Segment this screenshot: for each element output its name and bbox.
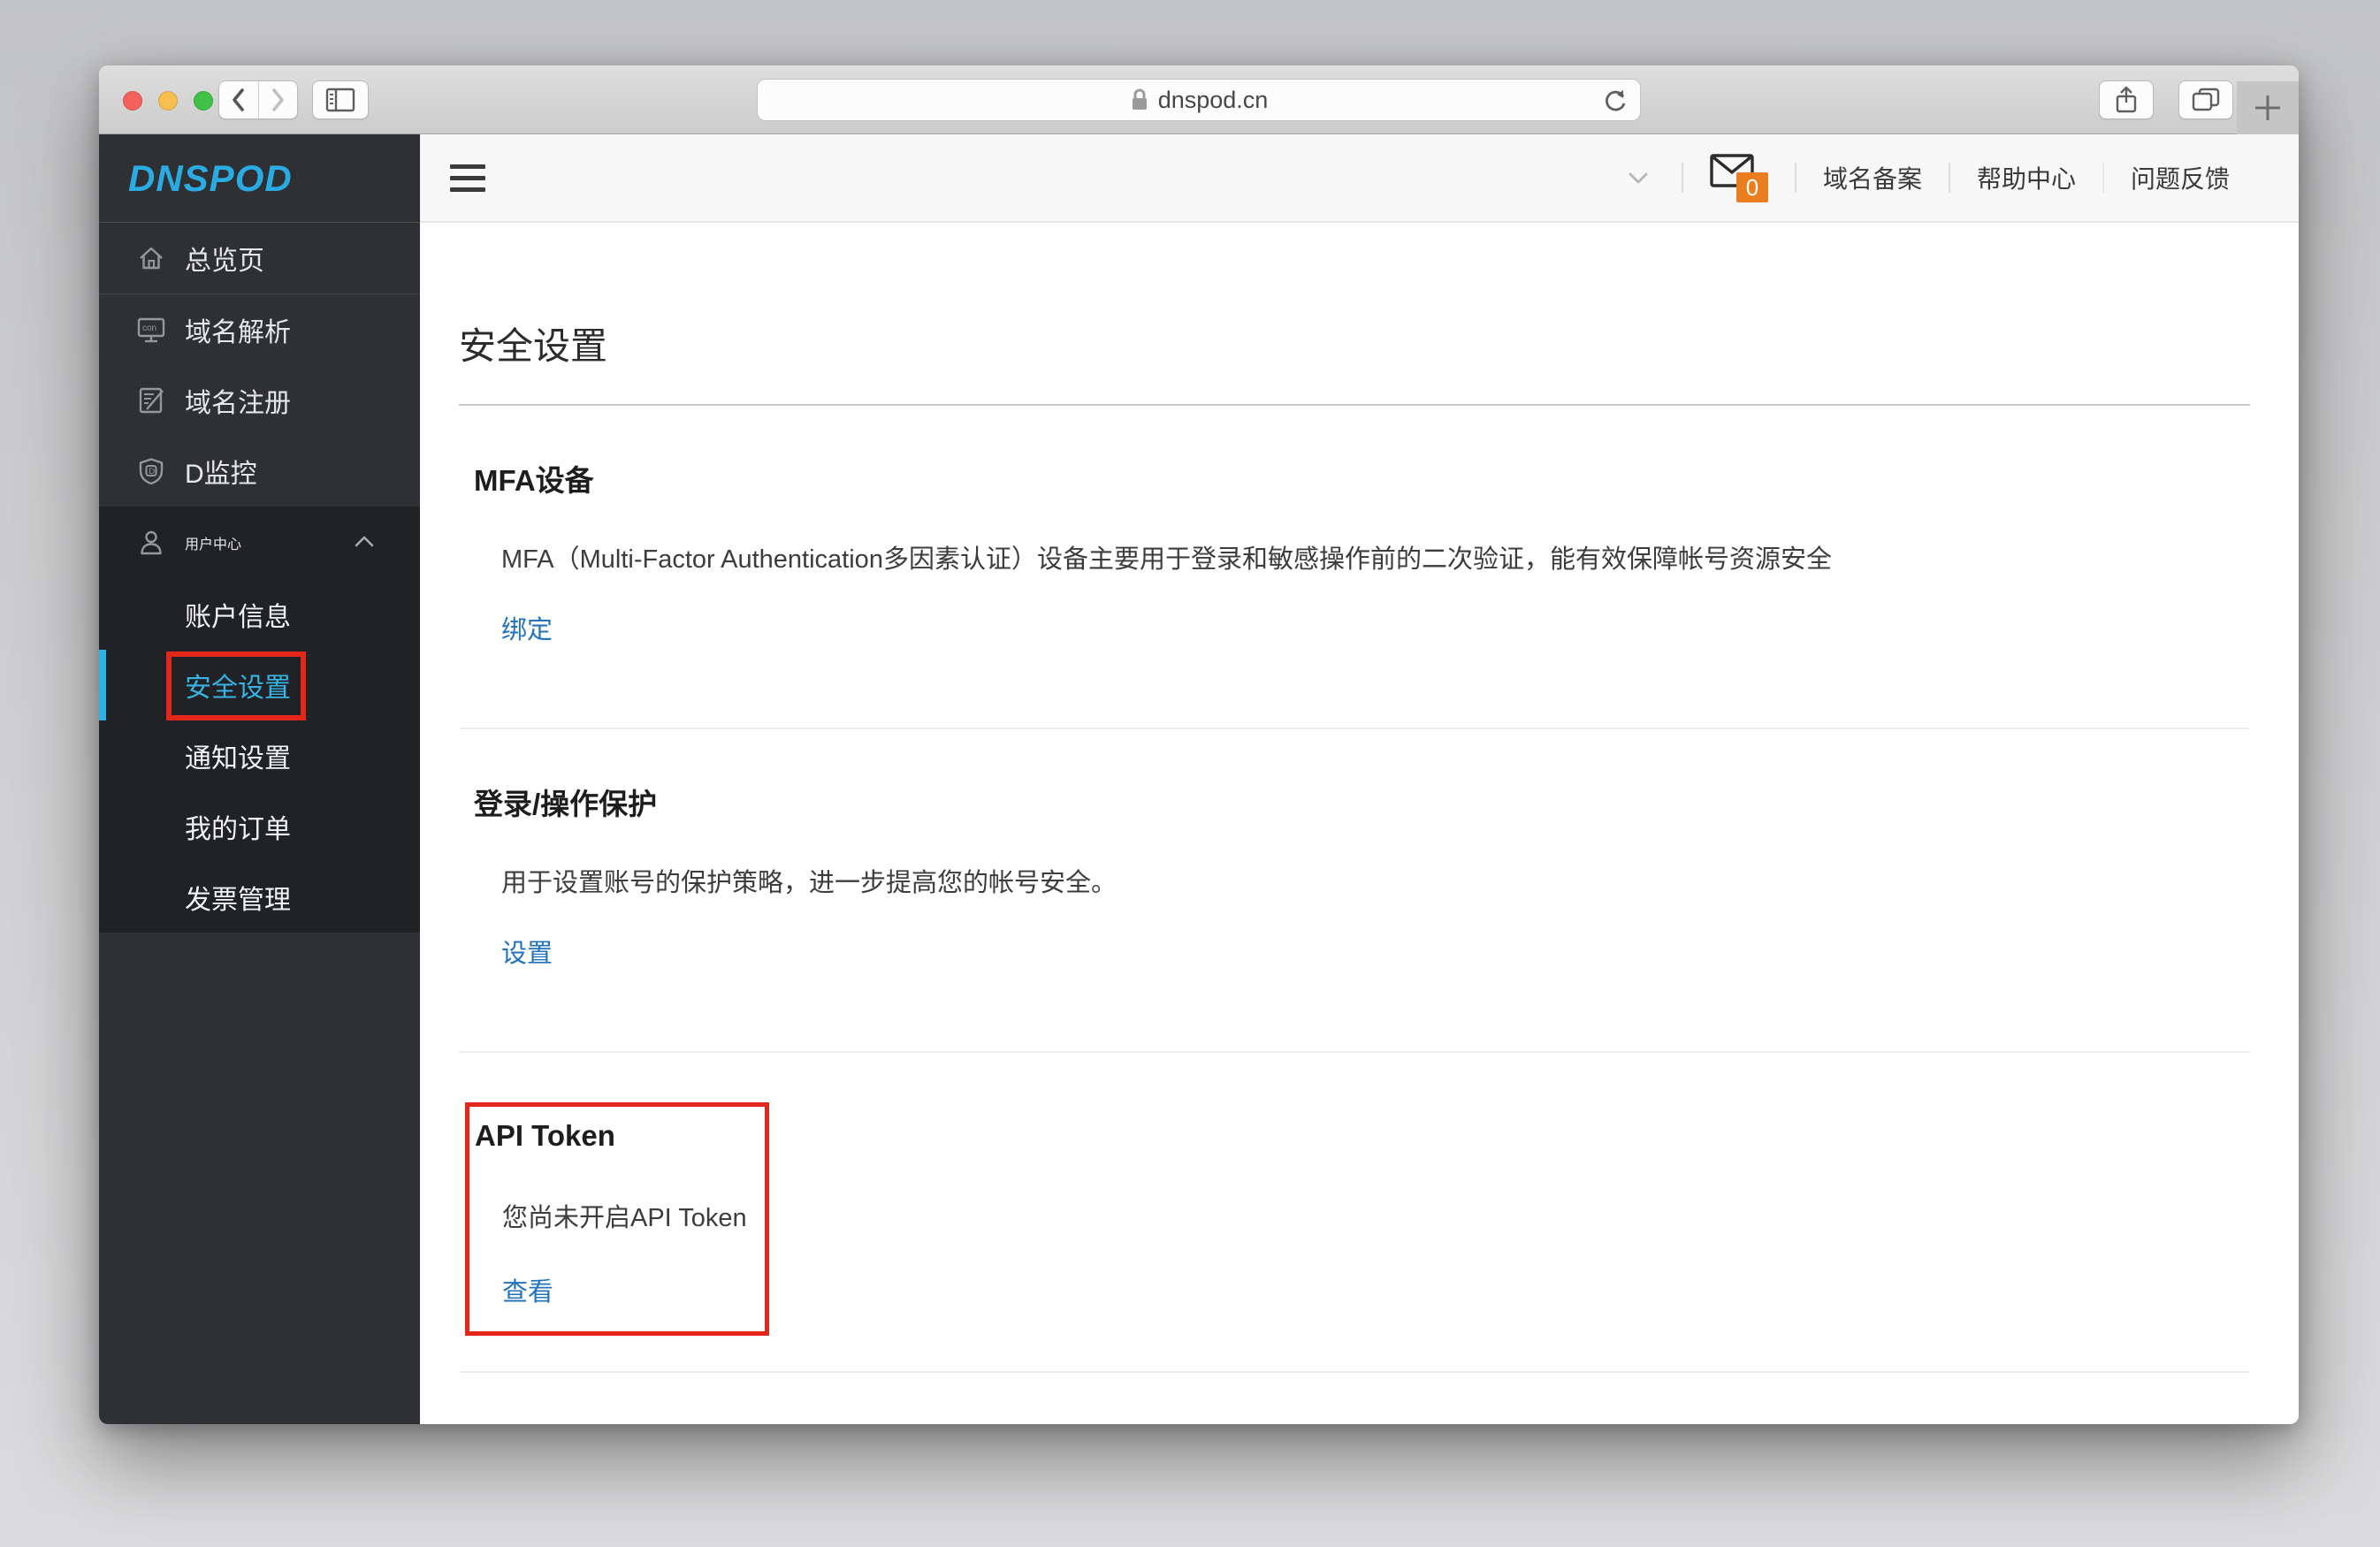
logo-row: DNSPOD — [99, 134, 420, 223]
chevron-up-icon — [351, 533, 378, 551]
forward-button[interactable] — [259, 81, 298, 118]
sidebar-item-label: 总览页 — [185, 239, 264, 278]
sidebar-item-label: D监控 — [185, 452, 257, 491]
browser-window: dnspod.cn — [99, 65, 2299, 1424]
sidebar: DNSPOD 总览页 con — [99, 134, 420, 1424]
sidebar-subitem-label: 账户信息 — [185, 595, 291, 634]
history-nav-group — [218, 80, 298, 119]
close-button[interactable] — [123, 91, 142, 110]
document-edit-icon — [136, 385, 166, 415]
divider — [459, 404, 2250, 406]
section-heading: MFA设备 — [474, 457, 2250, 499]
main-column: 0 域名备案 帮助中心 问题反馈 安全设置 MFA设备 MFA（Multi-Fa… — [420, 134, 2299, 1424]
section-heading: API Token — [475, 1119, 765, 1153]
sidebar-item-account-info[interactable]: 账户信息 — [99, 579, 420, 650]
annotation-box-api-token: API Token 您尚未开启API Token 查看 — [465, 1102, 769, 1336]
sidebar-item-notification-settings[interactable]: 通知设置 — [99, 720, 420, 791]
sidebar-item-my-orders[interactable]: 我的订单 — [99, 791, 420, 862]
active-indicator-bar — [99, 650, 106, 720]
share-icon — [2114, 85, 2139, 115]
divider — [459, 728, 2250, 729]
sidebar-subitem-label: 发票管理 — [185, 878, 291, 917]
sidebar-item-label: 用户中心 — [185, 532, 241, 553]
forward-icon — [268, 87, 287, 113]
reload-icon[interactable] — [1601, 87, 1629, 115]
sidebar-subitem-label: 通知设置 — [185, 736, 291, 775]
address-bar[interactable]: dnspod.cn — [757, 79, 1641, 121]
monitor-icon: con — [136, 315, 166, 345]
divider — [459, 1371, 2250, 1373]
zoom-button[interactable] — [194, 91, 213, 110]
hamburger-menu-button[interactable] — [450, 163, 485, 193]
sidebar-toggle-icon — [325, 88, 355, 112]
bind-link[interactable]: 绑定 — [501, 609, 553, 646]
sidebar-subitem-label: 我的订单 — [185, 807, 291, 846]
back-icon — [229, 87, 248, 113]
divider — [459, 1051, 2250, 1053]
tabs-icon — [2191, 87, 2221, 113]
nav-link-help-center[interactable]: 帮助中心 — [1977, 160, 2076, 195]
nav-link-feedback[interactable]: 问题反馈 — [2131, 160, 2230, 195]
url-text: dnspod.cn — [1158, 87, 1269, 114]
home-icon — [136, 243, 166, 273]
new-tab-button[interactable] — [2237, 81, 2299, 134]
section-description: 您尚未开启API Token — [502, 1197, 765, 1234]
lock-icon — [1130, 88, 1149, 112]
page-content: 安全设置 MFA设备 MFA（Multi-Factor Authenticati… — [420, 223, 2299, 1373]
header-right-cluster: 0 域名备案 帮助中心 问题反馈 — [1623, 153, 2230, 202]
show-tabs-button[interactable] — [2178, 80, 2233, 119]
minimize-button[interactable] — [158, 91, 178, 110]
chevron-down-icon[interactable] — [1623, 167, 1653, 188]
user-center-section: 用户中心 账户信息 安全设置 通知设置 我的订单 — [99, 507, 420, 933]
view-link[interactable]: 查看 — [502, 1271, 553, 1308]
nav-link-icp-filing[interactable]: 域名备案 — [1823, 160, 1922, 195]
section-api-token: API Token 您尚未开启API Token 查看 — [469, 1119, 765, 1308]
settings-link[interactable]: 设置 — [501, 933, 553, 970]
share-button[interactable] — [2099, 80, 2154, 119]
sidebar-item-user-center[interactable]: 用户中心 — [99, 507, 420, 579]
top-header: 0 域名备案 帮助中心 问题反馈 — [420, 134, 2299, 223]
sidebar-item-label: 域名解析 — [185, 310, 291, 349]
sidebar-item-label: 域名注册 — [185, 381, 291, 420]
section-mfa-device: MFA设备 MFA（Multi-Factor Authentication多因素… — [459, 457, 2250, 696]
divider — [2102, 163, 2104, 193]
section-heading: 登录/操作保护 — [474, 781, 2250, 823]
section-description: 用于设置账号的保护策略，进一步提高您的帐号安全。 — [501, 862, 2250, 899]
divider — [1949, 163, 1950, 193]
sidebar-item-overview[interactable]: 总览页 — [99, 223, 420, 294]
messages-button[interactable]: 0 — [1710, 153, 1768, 202]
mail-badge: 0 — [1736, 172, 1768, 202]
sidebar-item-d-monitor[interactable]: D D监控 — [99, 436, 420, 507]
back-button[interactable] — [219, 81, 259, 118]
page-title: 安全设置 — [459, 316, 2250, 370]
sidebar-item-dns-resolution[interactable]: con 域名解析 — [99, 294, 420, 365]
svg-text:D: D — [149, 467, 155, 476]
sidebar-subitem-label: 安全设置 — [185, 666, 291, 705]
shield-d-icon: D — [136, 456, 166, 486]
sidebar-item-security-settings[interactable]: 安全设置 — [99, 650, 420, 720]
plus-icon — [2252, 92, 2284, 124]
section-login-protection: 登录/操作保护 用于设置账号的保护策略，进一步提高您的帐号安全。 设置 — [459, 781, 2250, 1019]
dnspod-logo[interactable]: DNSPOD — [128, 157, 293, 200]
divider — [1682, 163, 1683, 193]
sidebar-item-domain-registration[interactable]: 域名注册 — [99, 365, 420, 436]
svg-text:con: con — [142, 324, 156, 333]
browser-toolbar: dnspod.cn — [99, 65, 2299, 134]
section-description: MFA（Multi-Factor Authentication多因素认证）设备主… — [501, 538, 2250, 575]
user-icon — [136, 528, 166, 558]
divider — [1795, 163, 1796, 193]
sidebar-item-invoice-management[interactable]: 发票管理 — [99, 862, 420, 933]
sidebar-toggle-button[interactable] — [312, 80, 369, 119]
